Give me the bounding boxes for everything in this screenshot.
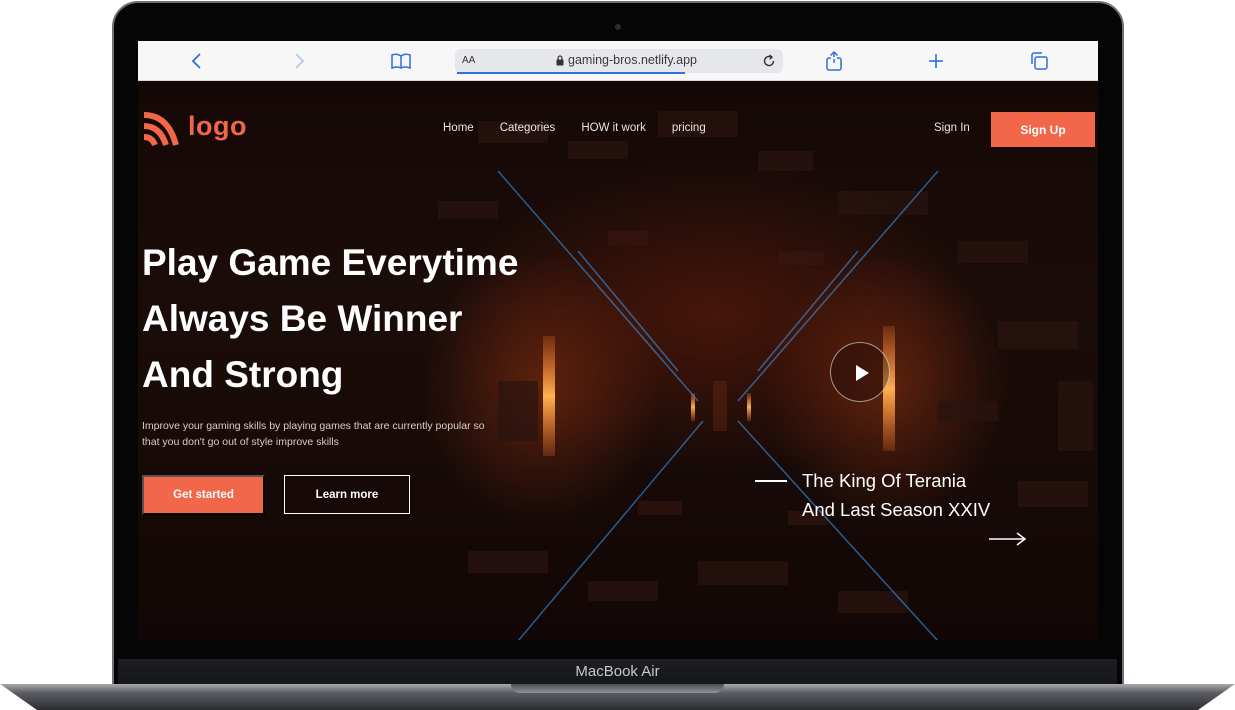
laptop-hinge-notch: [511, 684, 724, 693]
bookmarks-icon[interactable]: [390, 50, 412, 72]
camera: [615, 24, 621, 30]
forward-icon[interactable]: [288, 50, 310, 72]
nav-how-it-work[interactable]: HOW it work: [581, 122, 646, 134]
play-video-button[interactable]: [830, 342, 890, 402]
url-text: gaming-bros.netlify.app: [568, 53, 698, 67]
nav-categories[interactable]: Categories: [500, 122, 556, 134]
laptop-chin: MacBook Air: [118, 659, 1117, 685]
hero-heading-line-3: And Strong: [142, 354, 344, 395]
share-icon[interactable]: [823, 50, 845, 72]
main-nav: Home Categories HOW it work pricing: [443, 122, 706, 134]
address-bar[interactable]: AA gaming-bros.netlify.app: [455, 49, 783, 74]
text-size-button[interactable]: AA: [462, 55, 475, 66]
nav-home[interactable]: Home: [443, 122, 474, 134]
hero-heading-line-2: Always Be Winner: [142, 298, 463, 339]
page-load-progress: [457, 72, 685, 74]
device-label: MacBook Air: [575, 663, 660, 680]
website-viewport: logo Home Categories HOW it work pricing…: [138, 81, 1098, 640]
logo-text: logo: [188, 111, 247, 141]
logo-icon: [143, 112, 179, 147]
lock-icon: [556, 55, 564, 66]
arrow-right-icon[interactable]: [989, 531, 1027, 547]
sign-in-link[interactable]: Sign In: [934, 122, 970, 134]
play-icon: [856, 365, 869, 381]
reload-icon[interactable]: [762, 50, 776, 72]
hero-heading: Play Game Everytime Always Be Winner And…: [142, 235, 612, 403]
new-tab-icon[interactable]: [925, 50, 947, 72]
learn-more-button[interactable]: Learn more: [284, 475, 410, 514]
hero-heading-line-1: Play Game Everytime: [142, 242, 519, 283]
get-started-button[interactable]: Get started: [142, 475, 265, 515]
browser-toolbar: AA gaming-bros.netlify.app: [138, 41, 1098, 81]
feature-divider: [755, 480, 787, 482]
back-icon[interactable]: [186, 50, 208, 72]
sign-up-button[interactable]: Sign Up: [991, 112, 1095, 147]
hero-description: Improve your gaming skills by playing ga…: [142, 420, 485, 448]
nav-pricing[interactable]: pricing: [672, 122, 706, 134]
featured-season-title: The King Of Terania And Last Season XXIV: [802, 470, 991, 520]
tabs-icon[interactable]: [1028, 50, 1050, 72]
